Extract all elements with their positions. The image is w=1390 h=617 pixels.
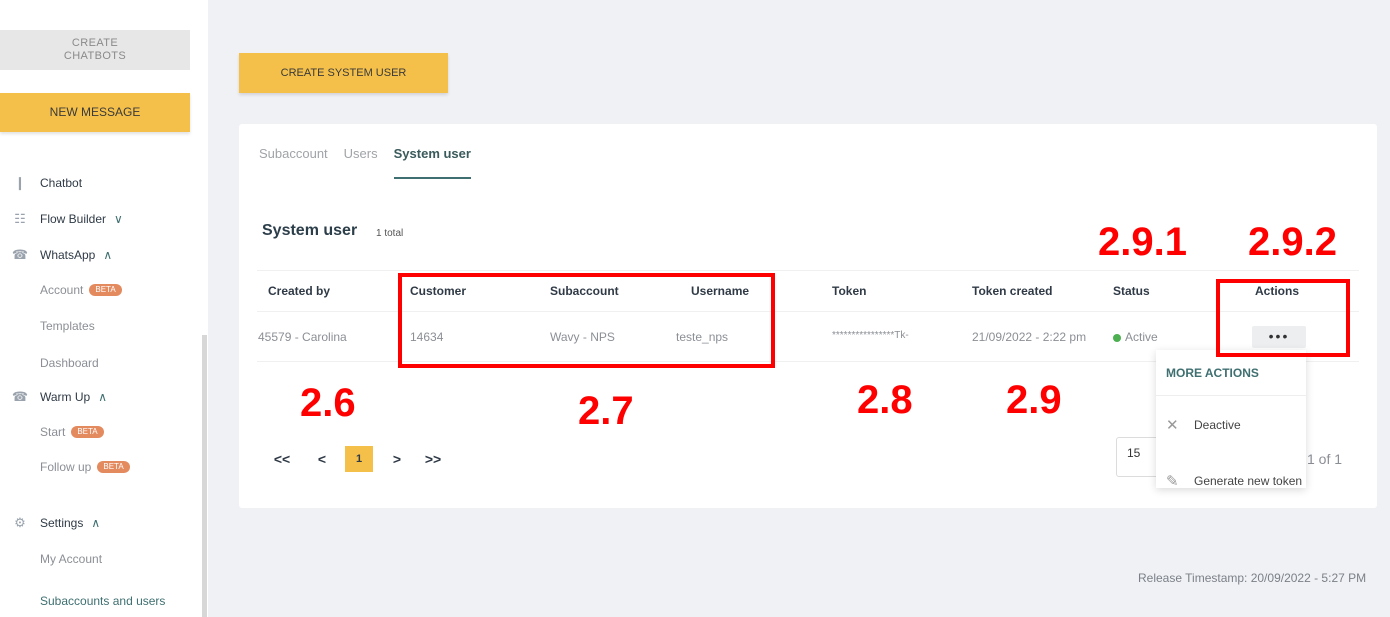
sidebar-item-label: Flow Builder [40,212,107,226]
sidebar-item-label: Follow up [40,460,92,474]
sidebar-item-label: Chatbot [40,176,83,190]
annotation-box-2-9-2 [1216,279,1350,357]
last-page-button[interactable]: >> [419,446,447,472]
deactive-menu-item[interactable]: ✕ Deactive [1166,416,1241,434]
sidebar: CREATE CHATBOTS NEW MESSAGE ❙ Chatbot ☷ … [0,0,208,617]
sidebar-item-whatsapp[interactable]: ☎ WhatsApp ∧ [0,244,112,266]
whatsapp-icon: ☎ [11,389,29,404]
chevron-down-icon: ∨ [114,212,123,226]
annotation-label-2-9-1: 2.9.1 [1098,220,1187,264]
sidebar-item-start[interactable]: Start BETA [40,422,104,442]
sidebar-item-templates[interactable]: Templates [40,316,95,336]
annotation-label-2-8: 2.8 [857,378,913,422]
annotation-box-2-7 [398,273,775,368]
more-actions-menu: MORE ACTIONS ✕ Deactive ✎ Generate new t… [1156,350,1306,488]
status-label: Active [1125,330,1158,344]
cell-status: Active [1113,330,1158,344]
beta-badge: BETA [97,461,130,473]
sidebar-item-warm-up[interactable]: ☎ Warm Up ∧ [0,386,107,408]
next-page-button[interactable]: > [383,446,411,472]
page-indicator: 1 of 1 [1307,451,1343,467]
first-page-button[interactable]: << [268,446,296,472]
annotation-label-2-9: 2.9 [1006,378,1062,422]
pencil-icon: ✎ [1166,473,1179,488]
column-header-status[interactable]: Status [1113,284,1150,298]
chevron-up-icon: ∧ [98,390,108,404]
annotation-label-2-6: 2.6 [300,381,356,425]
tab-users[interactable]: Users [344,146,378,179]
generate-new-token-menu-item[interactable]: ✎ Generate new token [1166,472,1302,488]
sidebar-item-flow-builder[interactable]: ☷ Flow Builder ∨ [0,208,123,230]
more-actions-title: MORE ACTIONS [1166,366,1259,380]
cell-token-created: 21/09/2022 - 2:22 pm [972,330,1087,344]
total-count: 1 total [376,228,404,239]
sidebar-item-label: My Account [40,552,103,566]
sidebar-item-my-account[interactable]: My Account [40,549,102,569]
column-header-token-created[interactable]: Token created [972,284,1052,298]
menu-item-label: Generate new token [1194,474,1303,488]
section-title: System user [262,222,358,239]
column-header-token[interactable]: Token [832,284,866,298]
release-timestamp: Release Timestamp: 20/09/2022 - 5:27 PM [1138,571,1367,585]
tabs: Subaccount Users System user [259,146,487,179]
annotation-label-2-9-2: 2.9.2 [1248,220,1337,264]
current-page-button[interactable]: 1 [345,446,373,472]
create-system-user-button[interactable]: CREATE SYSTEM USER [239,53,448,93]
beta-badge: BETA [89,284,122,296]
sidebar-item-account[interactable]: Account BETA [40,280,122,300]
chevron-up-icon: ∧ [103,248,113,262]
tab-subaccount[interactable]: Subaccount [259,146,328,179]
column-header-created-by[interactable]: Created by [268,284,330,298]
create-chatbots-button[interactable]: CREATE CHATBOTS [0,30,190,70]
sidebar-item-label: Account [40,283,84,297]
sidebar-item-chatbot[interactable]: ❙ Chatbot [0,172,82,194]
sidebar-item-label: Subaccounts and users [40,594,166,608]
gear-icon: ⚙ [14,515,26,530]
new-message-button[interactable]: NEW MESSAGE [0,93,190,132]
prev-page-button[interactable]: < [308,446,336,472]
divider [1156,395,1306,396]
cell-created-by: 45579 - Carolina [258,330,347,344]
create-chatbots-label-line1: CREATE [71,37,119,49]
sidebar-item-dashboard[interactable]: Dashboard [40,353,99,373]
sidebar-item-label: WhatsApp [40,248,96,262]
status-active-dot [1113,333,1121,342]
cell-token: ****************Tk- [832,330,909,341]
whatsapp-icon: ☎ [11,247,29,262]
sidebar-item-subaccounts-and-users[interactable]: Subaccounts and users [40,591,165,611]
sidebar-item-label: Templates [40,319,95,333]
sidebar-item-label: Settings [40,516,84,530]
close-icon: ✕ [1166,417,1179,434]
chatbot-icon: ❙ [14,175,26,190]
sidebar-item-settings[interactable]: ⚙ Settings ∧ [0,512,100,534]
create-chatbots-label-line2: CHATBOTS [63,50,127,62]
annotation-label-2-7: 2.7 [578,389,634,433]
sidebar-item-label: Dashboard [40,356,99,370]
sidebar-scrollbar[interactable] [202,335,207,617]
menu-item-label: Deactive [1194,418,1241,432]
beta-badge: BETA [71,426,104,438]
divider [257,270,1359,271]
chevron-up-icon: ∧ [91,516,101,530]
flow-icon: ☷ [14,211,26,226]
sidebar-item-follow-up[interactable]: Follow up BETA [40,457,130,477]
sidebar-item-label: Warm Up [40,390,91,404]
sidebar-item-label: Start [40,425,66,439]
tab-system-user[interactable]: System user [393,146,471,179]
